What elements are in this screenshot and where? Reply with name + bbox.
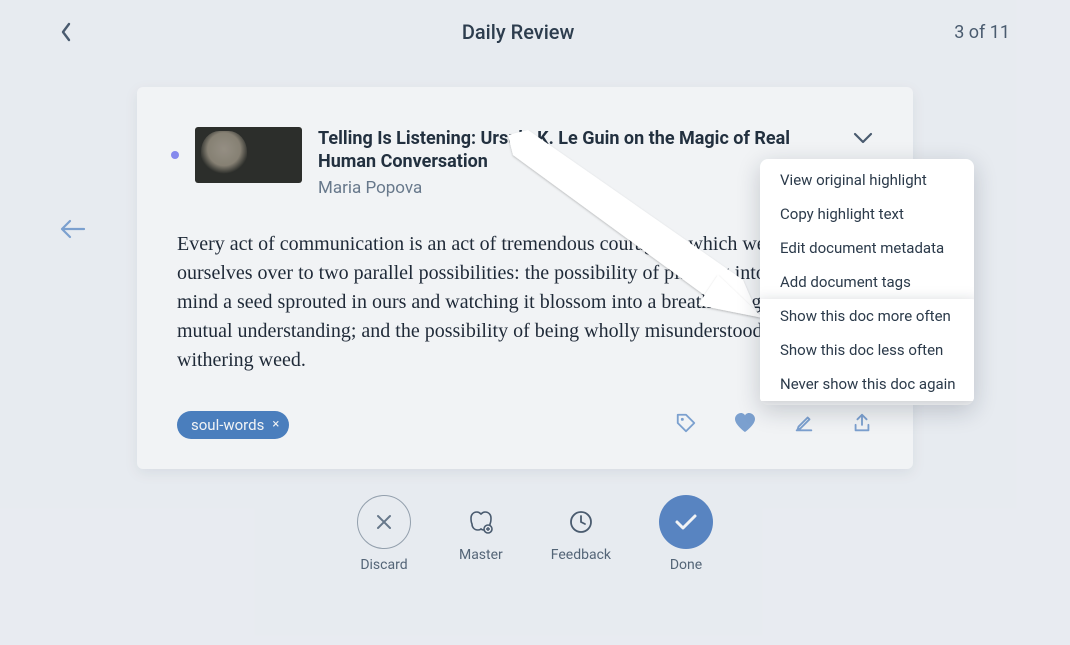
edit-icon — [793, 412, 815, 434]
dropdown-item-never-show[interactable]: Never show this doc again — [760, 367, 974, 401]
clock-icon — [568, 509, 594, 535]
dropdown-item-less-often[interactable]: Show this doc less often — [760, 333, 974, 367]
dropdown-item-more-often[interactable]: Show this doc more often — [760, 299, 974, 333]
card-dropdown-menu: View original highlight Copy highlight t… — [760, 159, 974, 405]
dropdown-item-add-tags[interactable]: Add document tags — [760, 265, 974, 299]
feedback-button[interactable]: Feedback — [551, 495, 611, 573]
page-title: Daily Review — [462, 20, 575, 44]
feedback-label: Feedback — [551, 547, 611, 563]
share-icon — [851, 412, 873, 434]
discard-label: Discard — [360, 557, 407, 573]
dropdown-item-view-original[interactable]: View original highlight — [760, 163, 974, 197]
prev-card-button[interactable] — [58, 214, 88, 244]
document-thumbnail[interactable] — [195, 127, 302, 183]
tag-icon — [675, 412, 697, 434]
progress-counter: 3 of 11 — [954, 22, 1010, 43]
dropdown-item-copy-text[interactable]: Copy highlight text — [760, 197, 974, 231]
favorite-button[interactable] — [733, 412, 757, 438]
share-button[interactable] — [851, 412, 873, 438]
chevron-down-icon — [853, 132, 873, 144]
tag-button[interactable] — [675, 412, 697, 438]
edit-button[interactable] — [793, 412, 815, 438]
arrow-left-icon — [60, 219, 86, 239]
card-menu-button[interactable] — [853, 129, 873, 148]
check-icon — [674, 512, 698, 532]
tag-remove-button[interactable]: × — [272, 417, 279, 432]
back-button[interactable] — [50, 16, 82, 48]
heart-icon — [733, 412, 757, 434]
review-actions: Discard Master Feedback Done — [0, 495, 1070, 573]
dropdown-item-edit-metadata[interactable]: Edit document metadata — [760, 231, 974, 265]
tag-label: soul-words — [191, 416, 264, 434]
tag-chip[interactable]: soul-words × — [177, 411, 289, 439]
close-icon — [375, 513, 393, 531]
master-button[interactable]: Master — [459, 495, 503, 573]
unread-dot-icon — [171, 151, 179, 159]
discard-button[interactable]: Discard — [357, 495, 411, 573]
master-label: Master — [459, 547, 503, 563]
brain-icon — [467, 508, 495, 536]
done-label: Done — [670, 557, 702, 573]
chevron-left-icon — [60, 22, 72, 42]
done-button[interactable]: Done — [659, 495, 713, 573]
header: Daily Review 3 of 11 — [0, 0, 1070, 64]
